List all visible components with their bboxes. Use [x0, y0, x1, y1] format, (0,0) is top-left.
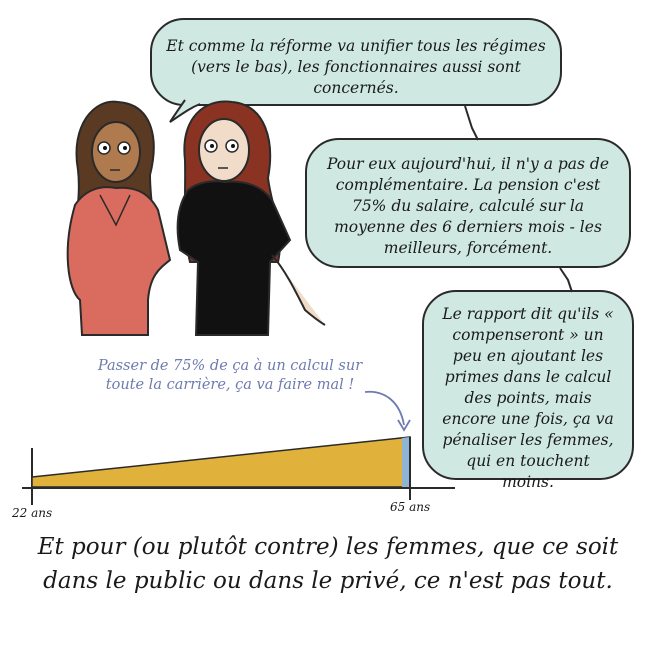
last-months-segment — [402, 437, 410, 487]
x-start-label: 22 ans — [12, 506, 53, 520]
career-chart — [22, 391, 455, 505]
bubble-tail-bottom — [559, 267, 573, 293]
woman-right — [176, 100, 326, 336]
woman-left — [66, 100, 172, 336]
x-end-label: 65 ans — [390, 500, 431, 514]
bubble-tail-middle — [464, 105, 479, 141]
career-area — [31, 436, 411, 488]
chart-annotation: Passer de 75% de ça à un calcul sur tout… — [97, 358, 363, 393]
caption: Et pour (ou plutôt contre) les femmes, q… — [37, 534, 619, 594]
